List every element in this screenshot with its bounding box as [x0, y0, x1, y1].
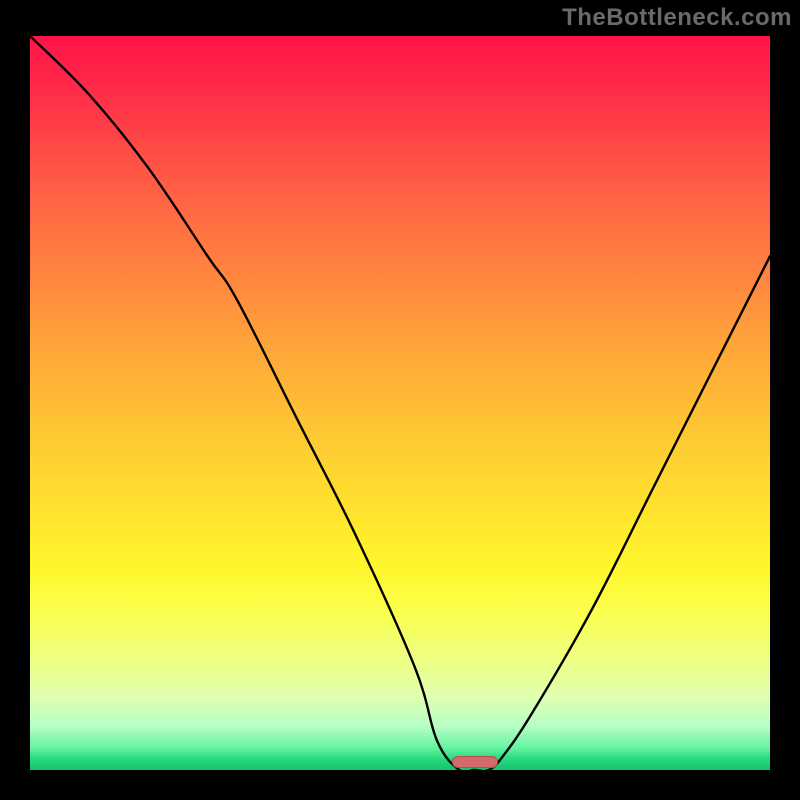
- bottleneck-curve: [30, 36, 770, 770]
- plot-area: [30, 36, 770, 770]
- chart-stage: TheBottleneck.com: [0, 0, 800, 800]
- curve-path: [30, 36, 770, 770]
- watermark-text: TheBottleneck.com: [562, 4, 792, 32]
- minimum-marker: [452, 756, 498, 768]
